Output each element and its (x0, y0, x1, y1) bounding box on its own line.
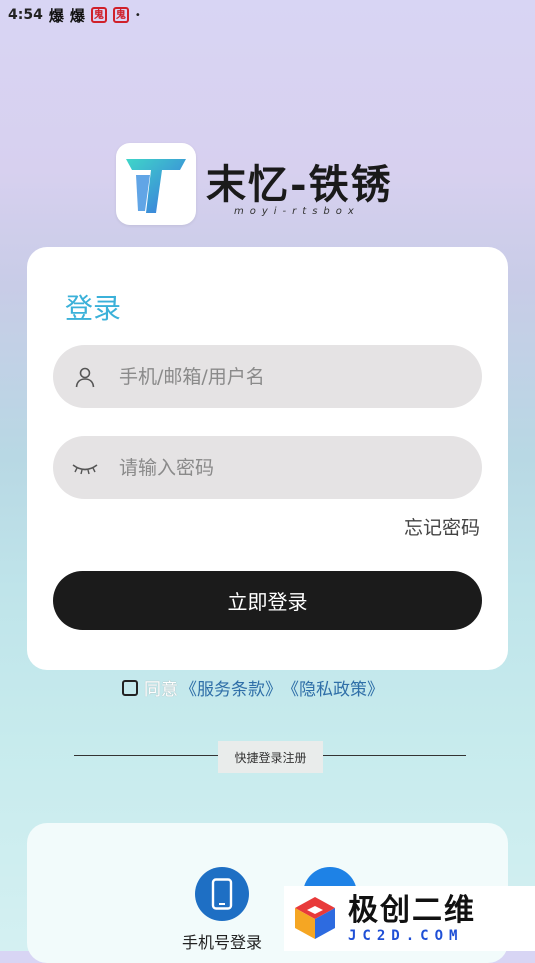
user-icon (53, 365, 117, 389)
login-button[interactable]: 立即登录 (53, 571, 482, 630)
phone-login-button[interactable]: 手机号登录 (177, 867, 267, 953)
watermark-title: 极创二维 (348, 892, 476, 928)
brand-subtitle: moyi-rtsbox (234, 206, 360, 217)
agreement-checkbox[interactable] (122, 679, 138, 696)
notification-badge-icon: 鬼 (112, 7, 129, 23)
more-notifications-dot: • (134, 9, 141, 21)
privacy-link[interactable]: 《隐私政策》 (282, 675, 384, 700)
password-input[interactable] (117, 455, 482, 480)
brand-title: 末忆-铁锈 (206, 161, 393, 208)
phone-icon (195, 867, 249, 921)
password-field[interactable] (53, 436, 482, 499)
notification-badge-icon: 鬼 (90, 7, 107, 23)
username-input[interactable] (117, 364, 482, 389)
status-bar: 4:54 爆 爆 鬼 鬼 • (0, 0, 535, 30)
t-logo-icon (126, 159, 186, 213)
notification-icon: 爆 (48, 6, 64, 25)
phone-login-label: 手机号登录 (181, 933, 262, 952)
status-time: 4:54 (8, 7, 43, 23)
forgot-password-link[interactable]: 忘记密码 (404, 513, 480, 540)
terms-link[interactable]: 《服务条款》 (180, 675, 282, 700)
app-logo (116, 143, 196, 225)
watermark-url: JC2D.COM (348, 927, 464, 944)
eye-closed-icon[interactable] (53, 460, 117, 476)
login-card: 登录 忘记密码 立即登录 (27, 247, 508, 670)
cube-logo-icon (290, 892, 340, 946)
username-field[interactable] (53, 345, 482, 408)
agreement-row: 同意 《服务条款》 《隐私政策》 (122, 675, 384, 700)
agreement-prefix: 同意 (144, 680, 178, 700)
login-title: 登录 (65, 292, 122, 325)
notification-icon: 爆 (69, 6, 85, 25)
quick-login-label: 快捷登录注册 (218, 741, 323, 773)
watermark: 极创二维 JC2D.COM (284, 886, 535, 951)
